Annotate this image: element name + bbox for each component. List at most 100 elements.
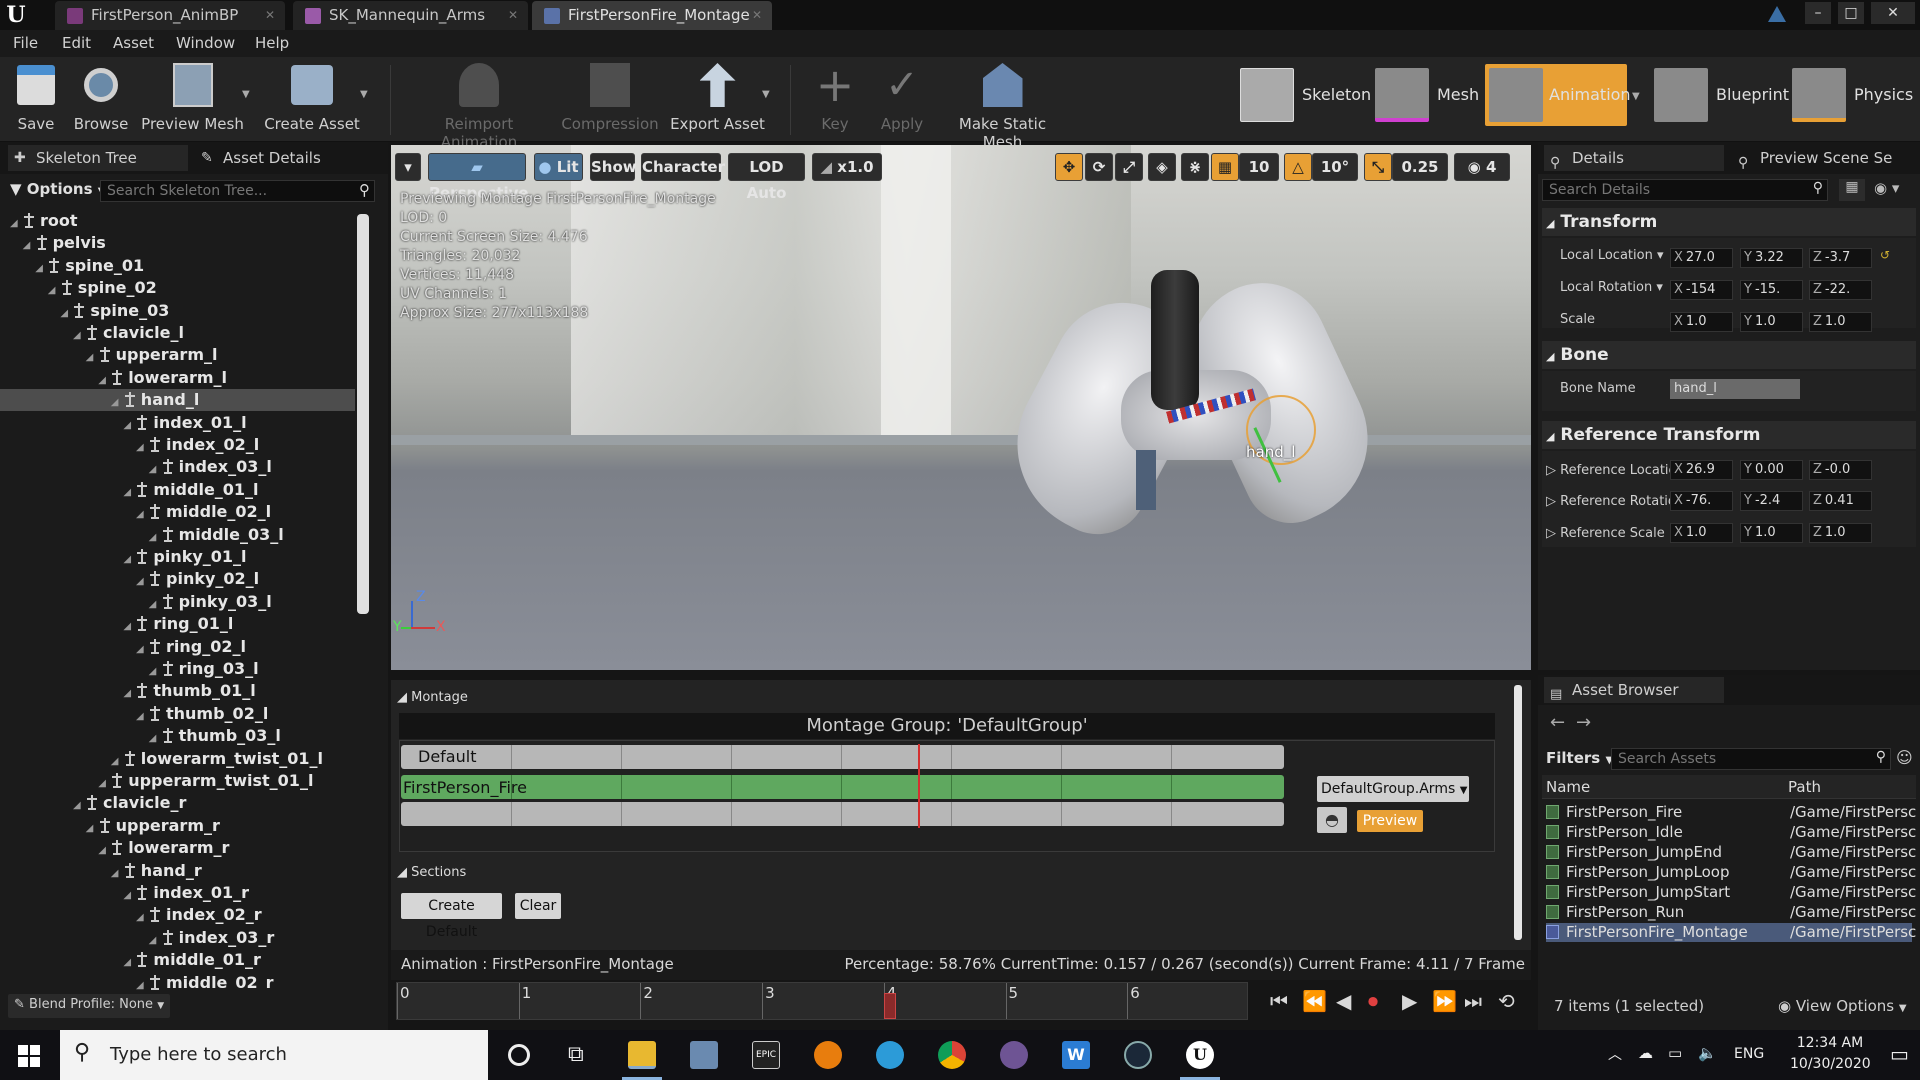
close-tab-icon[interactable]: ✕ bbox=[752, 1, 762, 30]
skeleton-search-input[interactable]: Search Skeleton Tree... ⚲ bbox=[100, 180, 375, 202]
vector-field-z[interactable]: Z 1.0 bbox=[1809, 523, 1872, 543]
section-track[interactable] bbox=[401, 745, 1284, 769]
tree-row[interactable]: ◢ clavicle_l bbox=[10, 322, 184, 344]
tree-row[interactable]: ◢ hand_l bbox=[0, 389, 355, 412]
apply-button[interactable]: ✓ Apply bbox=[872, 61, 932, 139]
local-rotation-label[interactable]: Local Rotation ▾ bbox=[1560, 280, 1663, 295]
show-button[interactable]: Show bbox=[590, 153, 637, 181]
playhead[interactable] bbox=[883, 993, 896, 1019]
transform-section-header[interactable]: ◢ Transform bbox=[1542, 208, 1916, 236]
mode-animation[interactable]: Animation bbox=[1485, 64, 1631, 126]
camera-speed-button[interactable]: ◉ 4 bbox=[1454, 153, 1510, 181]
key-button[interactable]: + Key bbox=[805, 61, 865, 139]
asset-row[interactable]: FirstPerson_JumpStart/Game/FirstPersc bbox=[1546, 883, 1916, 902]
chevron-down-icon[interactable]: ▼ bbox=[242, 89, 250, 100]
step-forward-icon[interactable]: ⏩ bbox=[1432, 989, 1457, 1013]
tree-row[interactable]: ◢ spine_03 bbox=[10, 300, 169, 322]
menu-edit[interactable]: Edit bbox=[62, 34, 91, 52]
character-button[interactable]: Character bbox=[641, 153, 725, 181]
tab-details[interactable]: ⚲ Details bbox=[1544, 145, 1724, 171]
rotate-tool[interactable]: ⟳ bbox=[1085, 153, 1113, 181]
epic-games-icon[interactable]: EPIC bbox=[752, 1041, 780, 1069]
tree-row[interactable]: ◢ index_03_r bbox=[10, 927, 275, 949]
menu-window[interactable]: Window bbox=[176, 34, 235, 52]
tree-row[interactable]: ◢ middle_02_l bbox=[10, 501, 271, 523]
tree-row[interactable]: ◢ index_03_l bbox=[10, 456, 272, 478]
world-local-toggle[interactable]: ◈ bbox=[1148, 153, 1176, 181]
viewport[interactable]: hand_l ▾ ▰ Perspective ● Lit Show Charac… bbox=[391, 145, 1531, 670]
eye-visibility-icon[interactable]: ◉ ▾ bbox=[1874, 179, 1914, 201]
export-asset-button[interactable]: Export Asset bbox=[670, 61, 765, 139]
bone-section-header[interactable]: ◢ Bone bbox=[1542, 341, 1916, 369]
slot-track-empty[interactable] bbox=[401, 802, 1284, 826]
clock-date[interactable]: 10/30/2020 bbox=[1790, 1056, 1871, 1072]
vector-field-y[interactable]: Y 3.22 bbox=[1740, 248, 1803, 268]
vector-field-z[interactable]: Z -22. bbox=[1809, 280, 1872, 300]
scale-snap-value[interactable]: 0.25 bbox=[1392, 153, 1448, 181]
tray-chevron-icon[interactable]: ︿ bbox=[1608, 1044, 1622, 1064]
vector-field-x[interactable]: X 27.0 bbox=[1670, 248, 1733, 268]
file-explorer-icon[interactable] bbox=[628, 1041, 656, 1069]
tree-row[interactable]: ◢ clavicle_r bbox=[10, 792, 186, 814]
tree-row[interactable]: ◢ thumb_03_l bbox=[10, 725, 281, 747]
onedrive-icon[interactable]: ☁ bbox=[1638, 1044, 1653, 1062]
tree-row[interactable]: ◢ pinky_02_l bbox=[10, 568, 259, 590]
vector-field-y[interactable]: Y -15. bbox=[1740, 280, 1803, 300]
tree-row[interactable]: ◢ middle_01_r bbox=[10, 949, 261, 971]
tab-preview-scene-settings[interactable]: ⚲ Preview Scene Se bbox=[1732, 145, 1917, 171]
reference-transform-section-header[interactable]: ◢ Reference Transform bbox=[1542, 421, 1916, 449]
asset-row[interactable]: FirstPerson_Idle/Game/FirstPersc bbox=[1546, 823, 1916, 842]
vector-field-x[interactable]: X -76. bbox=[1670, 491, 1733, 511]
network-icon[interactable]: ▭ bbox=[1668, 1044, 1682, 1062]
reference-location-label[interactable]: ▷ Reference Locatic bbox=[1546, 463, 1676, 478]
tree-row[interactable]: ◢ pelvis bbox=[10, 232, 106, 254]
input-language[interactable]: ENG bbox=[1734, 1046, 1764, 1062]
grid-snap-toggle[interactable]: ▦ bbox=[1211, 153, 1239, 181]
skip-to-start-icon[interactable]: ⏮ bbox=[1270, 989, 1288, 1013]
menu-help[interactable]: Help bbox=[255, 34, 289, 52]
vector-field-y[interactable]: Y 1.0 bbox=[1740, 312, 1803, 332]
chevron-down-icon[interactable]: ▼ bbox=[762, 89, 770, 100]
vector-field-y[interactable]: Y 0.00 bbox=[1740, 460, 1803, 480]
vector-field-x[interactable]: X 1.0 bbox=[1670, 523, 1733, 543]
vector-field-y[interactable]: Y -2.4 bbox=[1740, 491, 1803, 511]
viewport-options-button[interactable]: ▾ bbox=[395, 153, 421, 181]
record-icon[interactable]: ⏺ bbox=[1368, 989, 1378, 1013]
mode-physics[interactable]: Physics bbox=[1792, 64, 1917, 126]
clock-time[interactable]: 12:34 AM bbox=[1790, 1035, 1870, 1051]
menu-asset[interactable]: Asset bbox=[113, 34, 154, 52]
task-view-icon[interactable]: ⧉ bbox=[568, 1042, 584, 1067]
details-search-input[interactable]: Search Details ⚲ bbox=[1542, 179, 1828, 201]
tree-row[interactable]: ◢ upperarm_twist_01_l bbox=[10, 770, 313, 792]
compression-button[interactable]: Compression bbox=[560, 61, 660, 139]
vector-field-z[interactable]: Z 1.0 bbox=[1809, 312, 1872, 332]
tree-row[interactable]: ◢ pinky_01_l bbox=[10, 546, 246, 568]
tree-row[interactable]: ◢ root bbox=[10, 210, 78, 232]
notifications-icon[interactable]: ▭ bbox=[1890, 1042, 1909, 1066]
view-options-dropdown[interactable]: ◉ View Options ▼ bbox=[1778, 997, 1907, 1015]
vector-field-x[interactable]: X -154 bbox=[1670, 280, 1733, 300]
translate-tool[interactable]: ✥ bbox=[1055, 153, 1083, 181]
filters-dropdown[interactable]: Filters ▼ bbox=[1546, 749, 1613, 767]
chevron-down-icon[interactable]: ▼ bbox=[360, 89, 368, 100]
github-icon[interactable] bbox=[1000, 1041, 1028, 1069]
tree-row[interactable]: ◢ ring_02_l bbox=[10, 636, 246, 658]
tree-row[interactable]: ◢ spine_02 bbox=[10, 277, 157, 299]
tree-row[interactable]: ◢ middle_01_l bbox=[10, 479, 258, 501]
back-arrow-icon[interactable]: ← bbox=[1550, 712, 1565, 733]
maximize-button[interactable]: □ bbox=[1838, 2, 1864, 24]
vector-field-z[interactable]: Z -3.7 bbox=[1809, 248, 1872, 268]
column-header-name[interactable]: Name bbox=[1546, 778, 1590, 796]
windows-start-icon[interactable] bbox=[18, 1045, 40, 1067]
play-reverse-icon[interactable]: ◀ bbox=[1336, 989, 1351, 1013]
menu-file[interactable]: File bbox=[13, 34, 38, 52]
timeline-scrubber[interactable]: 0123456 bbox=[396, 982, 1248, 1020]
tab-asset-details[interactable]: ✎ Asset Details bbox=[195, 145, 375, 171]
unreal-engine-icon[interactable]: U bbox=[1186, 1041, 1214, 1069]
tree-row[interactable]: ◢ index_02_l bbox=[10, 434, 259, 456]
montage-header[interactable]: ◢ Montage bbox=[397, 690, 468, 705]
close-tab-icon[interactable]: ✕ bbox=[265, 1, 275, 30]
reference-scale-label[interactable]: ▷ Reference Scale bbox=[1546, 526, 1665, 541]
chrome-icon[interactable] bbox=[938, 1041, 966, 1069]
user-icon[interactable]: ☺ bbox=[1896, 748, 1913, 767]
